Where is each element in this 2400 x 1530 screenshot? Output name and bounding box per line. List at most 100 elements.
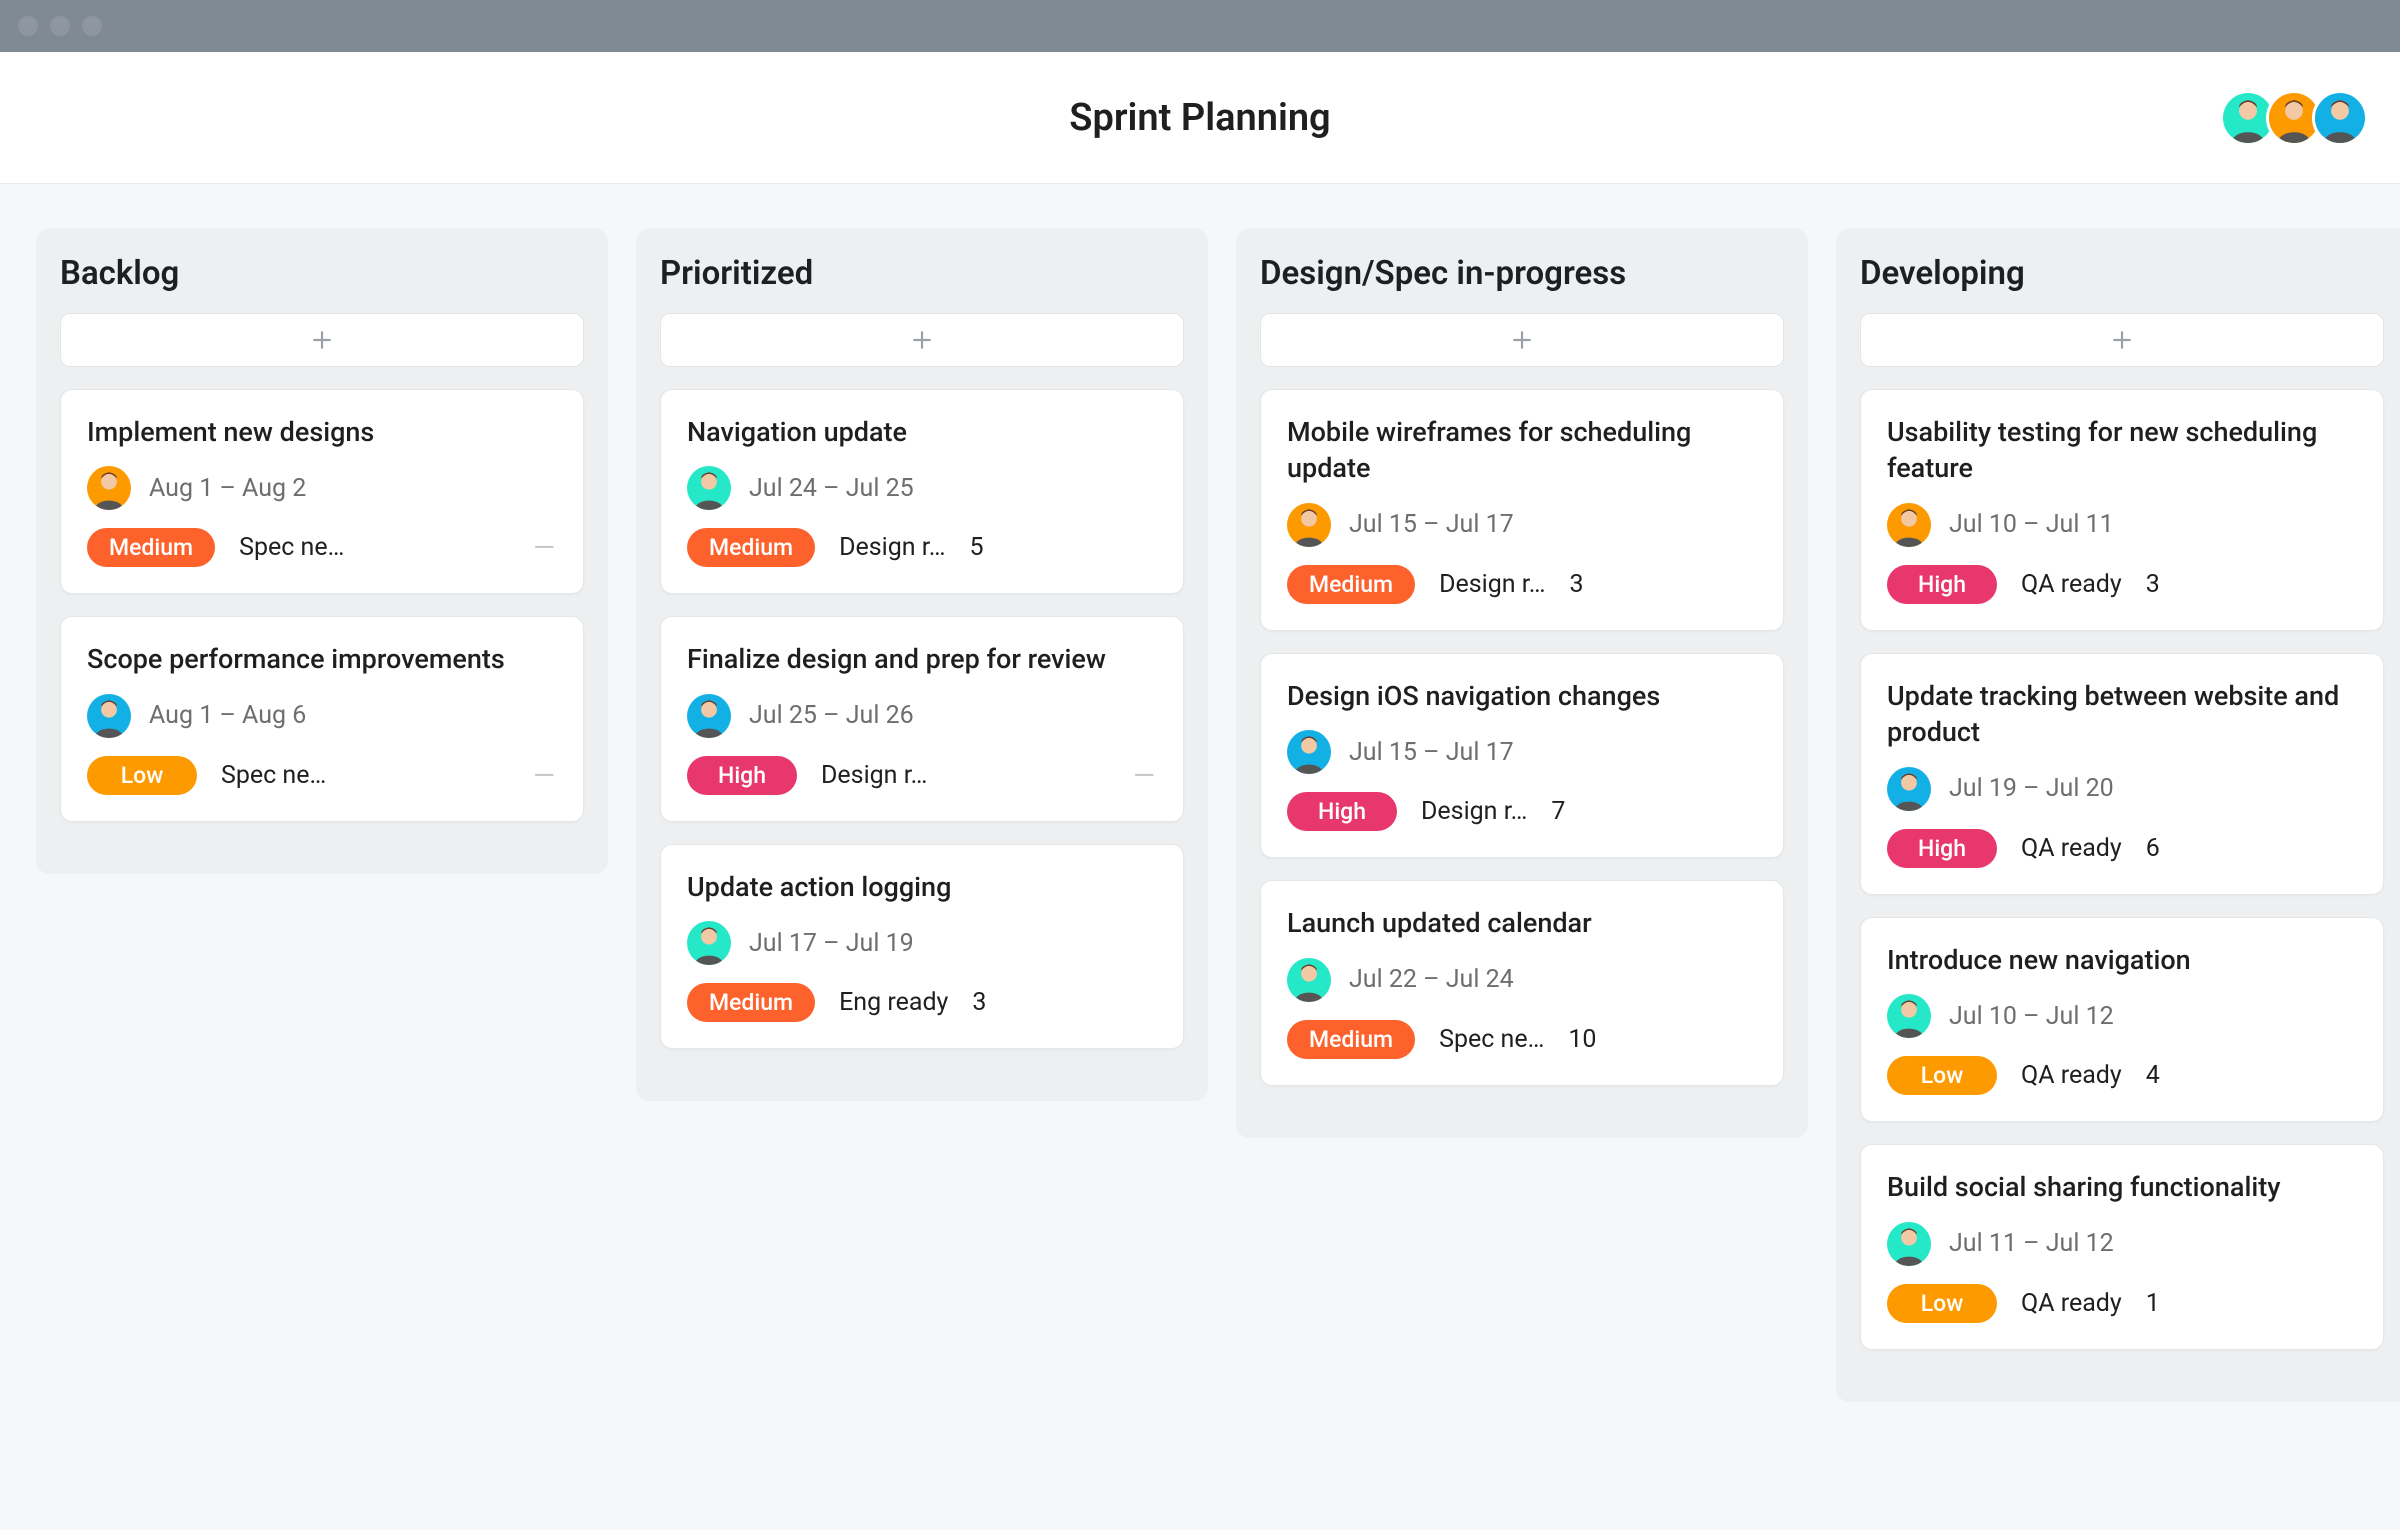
task-meta: Jul 10 – Jul 12 <box>1887 994 2357 1038</box>
task-title: Mobile wireframes for scheduling update <box>1287 414 1757 487</box>
task-card[interactable]: Build social sharing functionality Jul 1… <box>1860 1144 2384 1349</box>
comment-count: 3 <box>1569 570 1583 599</box>
column-title: Backlog <box>60 254 584 293</box>
task-card[interactable]: Update action logging Jul 17 – Jul 19 Med… <box>660 844 1184 1049</box>
priority-pill[interactable]: High <box>1887 829 1997 868</box>
task-meta: Jul 25 – Jul 26 <box>687 694 1157 738</box>
task-dates: Jul 22 – Jul 24 <box>1349 965 1514 994</box>
task-meta: Jul 17 – Jul 19 <box>687 921 1157 965</box>
task-card[interactable]: Update tracking between website and prod… <box>1860 653 2384 895</box>
assignee-avatar[interactable] <box>1287 730 1331 774</box>
task-title: Implement new designs <box>87 414 557 450</box>
add-card-button[interactable] <box>60 313 584 367</box>
task-footer: MediumDesign r…3 <box>1287 565 1757 604</box>
priority-pill[interactable]: Medium <box>687 528 815 567</box>
status-text: Design r… <box>1421 797 1527 826</box>
status-text: QA ready <box>2021 570 2122 599</box>
task-footer: LowQA ready4 <box>1887 1056 2357 1095</box>
priority-pill[interactable]: High <box>1287 792 1397 831</box>
comment-count: 4 <box>2146 1061 2160 1090</box>
task-dates: Aug 1 – Aug 6 <box>149 701 306 730</box>
task-card[interactable]: Design iOS navigation changes Jul 15 – J… <box>1260 653 1784 858</box>
assignee-avatar[interactable] <box>1287 958 1331 1002</box>
comment-count: 5 <box>969 533 983 562</box>
task-title: Finalize design and prep for review <box>687 641 1157 677</box>
task-title: Update action logging <box>687 869 1157 905</box>
status-text: Spec ne… <box>221 761 326 790</box>
priority-pill[interactable]: Medium <box>687 983 815 1022</box>
window-close-button[interactable] <box>18 16 38 36</box>
task-meta: Jul 15 – Jul 17 <box>1287 730 1757 774</box>
task-card[interactable]: Navigation update Jul 24 – Jul 25MediumD… <box>660 389 1184 594</box>
assignee-avatar[interactable] <box>1887 767 1931 811</box>
task-footer: LowQA ready1 <box>1887 1284 2357 1323</box>
priority-pill[interactable]: Low <box>1887 1056 1997 1095</box>
add-card-button[interactable] <box>1260 313 1784 367</box>
assignee-avatar[interactable] <box>687 466 731 510</box>
column-title: Prioritized <box>660 254 1184 293</box>
project-title: Sprint Planning <box>1069 96 1330 140</box>
task-card[interactable]: Launch updated calendar Jul 22 – Jul 24 M… <box>1260 880 1784 1085</box>
task-dates: Jul 15 – Jul 17 <box>1349 510 1514 539</box>
task-meta: Aug 1 – Aug 6 <box>87 694 557 738</box>
collaborator-avatar[interactable] <box>2312 90 2368 146</box>
board-column: Backlog Implement new designs Aug 1 – Aug… <box>36 228 608 874</box>
priority-pill[interactable]: High <box>687 756 797 795</box>
assignee-avatar[interactable] <box>687 921 731 965</box>
comment-count: 3 <box>972 988 986 1017</box>
status-text: Design r… <box>839 533 945 562</box>
task-card[interactable]: Scope performance improvements Aug 1 – A… <box>60 616 584 821</box>
task-footer: MediumSpec ne…— <box>87 528 557 567</box>
task-title: Navigation update <box>687 414 1157 450</box>
task-dates: Jul 10 – Jul 12 <box>1949 1002 2114 1031</box>
priority-pill[interactable]: Low <box>1887 1284 1997 1323</box>
task-title: Introduce new navigation <box>1887 942 2357 978</box>
task-footer: HighQA ready6 <box>1887 829 2357 868</box>
priority-pill[interactable]: Medium <box>1287 1020 1415 1059</box>
task-dates: Jul 17 – Jul 19 <box>749 929 914 958</box>
empty-field-placeholder: — <box>533 759 557 792</box>
task-dates: Jul 19 – Jul 20 <box>1949 774 2114 803</box>
status-text: QA ready <box>2021 834 2122 863</box>
comment-count: 7 <box>1551 797 1565 826</box>
comment-count: 10 <box>1568 1025 1596 1054</box>
priority-pill[interactable]: High <box>1887 565 1997 604</box>
assignee-avatar[interactable] <box>87 694 131 738</box>
task-meta: Jul 15 – Jul 17 <box>1287 503 1757 547</box>
assignee-avatar[interactable] <box>1887 1222 1931 1266</box>
priority-pill[interactable]: Medium <box>87 528 215 567</box>
board-column: DevelopingUsability testing for new sche… <box>1836 228 2400 1402</box>
task-meta: Jul 19 – Jul 20 <box>1887 767 2357 811</box>
window-zoom-button[interactable] <box>82 16 102 36</box>
assignee-avatar[interactable] <box>1287 503 1331 547</box>
task-card[interactable]: Implement new designs Aug 1 – Aug 2 Mediu… <box>60 389 584 594</box>
add-card-button[interactable] <box>1860 313 2384 367</box>
assignee-avatar[interactable] <box>687 694 731 738</box>
comment-count: 3 <box>2146 570 2160 599</box>
assignee-avatar[interactable] <box>87 466 131 510</box>
task-footer: MediumEng ready3 <box>687 983 1157 1022</box>
task-dates: Jul 25 – Jul 26 <box>749 701 914 730</box>
task-dates: Jul 11 – Jul 12 <box>1949 1229 2114 1258</box>
task-card[interactable]: Finalize design and prep for review Jul … <box>660 616 1184 821</box>
window-minimize-button[interactable] <box>50 16 70 36</box>
task-meta: Aug 1 – Aug 2 <box>87 466 557 510</box>
status-text: Design r… <box>821 761 927 790</box>
add-card-button[interactable] <box>660 313 1184 367</box>
task-dates: Jul 15 – Jul 17 <box>1349 738 1514 767</box>
assignee-avatar[interactable] <box>1887 503 1931 547</box>
task-card[interactable]: Usability testing for new scheduling fea… <box>1860 389 2384 631</box>
assignee-avatar[interactable] <box>1887 994 1931 1038</box>
task-title: Launch updated calendar <box>1287 905 1757 941</box>
task-title: Build social sharing functionality <box>1887 1169 2357 1205</box>
status-text: Spec ne… <box>1439 1025 1544 1054</box>
project-collaborators[interactable] <box>2230 90 2368 146</box>
task-card[interactable]: Mobile wireframes for scheduling update … <box>1260 389 1784 631</box>
priority-pill[interactable]: Low <box>87 756 197 795</box>
kanban-board: Backlog Implement new designs Aug 1 – Aug… <box>0 184 2400 1446</box>
priority-pill[interactable]: Medium <box>1287 565 1415 604</box>
column-title: Design/Spec in-progress <box>1260 254 1784 293</box>
task-card[interactable]: Introduce new navigation Jul 10 – Jul 12… <box>1860 917 2384 1122</box>
status-text: Spec ne… <box>239 533 344 562</box>
window-titlebar <box>0 0 2400 52</box>
